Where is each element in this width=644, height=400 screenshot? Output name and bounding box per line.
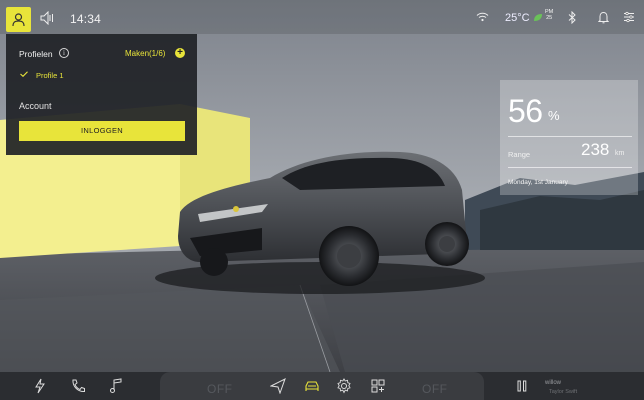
divider [508,136,632,137]
info-icon[interactable]: i [59,48,69,58]
profile-item-active[interactable]: Profile 1 [36,71,64,80]
air-quality-value: 25 [546,15,553,21]
phone-icon[interactable] [70,378,86,394]
car-icon[interactable] [304,378,320,394]
music-icon[interactable] [108,378,124,394]
settings-gear-icon[interactable] [336,378,352,394]
navigation-icon[interactable] [270,378,286,394]
air-quality-readout: PM 25 [545,9,553,21]
profiles-heading: Profielen [19,49,53,59]
car-badge [233,206,239,212]
profile-button[interactable] [6,7,31,32]
leaf-icon [534,14,542,21]
create-profile-link[interactable]: Maken(1/6) [125,49,165,58]
date-label: Monday, 1st January [508,179,568,186]
login-button[interactable]: INLOGGEN [19,121,185,141]
battery-percent-unit: % [548,108,560,123]
right-climate-status[interactable]: OFF [422,382,448,396]
range-unit: km [615,150,625,157]
pause-icon[interactable] [514,378,530,394]
divider [508,167,632,168]
range-label: Range [508,150,531,159]
temperature-readout: 25°C [505,12,530,24]
range-value: 238 [581,140,610,159]
now-playing-title[interactable]: willow [545,380,561,386]
now-playing-artist: Taylor Swift [549,389,578,395]
front-wheel-hub [337,244,361,268]
clock: 14:34 [70,12,102,26]
charging-icon[interactable] [32,378,48,394]
left-climate-status[interactable]: OFF [207,382,233,396]
apps-icon[interactable] [370,378,386,394]
settings-icon[interactable] [623,11,635,23]
bell-icon[interactable] [598,11,609,24]
volume-icon[interactable] [40,11,56,25]
profile-dropdown: Profielen i Maken(1/6) + Profile 1 Accou… [6,34,197,155]
wifi-icon[interactable] [476,12,489,22]
bluetooth-icon[interactable] [568,11,577,24]
battery-percent: 56 [508,93,543,129]
account-heading: Account [19,101,52,111]
profile-icon [12,12,25,26]
checkmark-icon [20,71,28,77]
floor-slab [0,285,340,372]
car-far-wheel [200,248,228,276]
add-profile-icon[interactable]: + [175,48,185,58]
range-card[interactable]: 56 % Range 238 km Monday, 1st January [500,80,638,195]
rear-wheel-hub [439,236,455,252]
